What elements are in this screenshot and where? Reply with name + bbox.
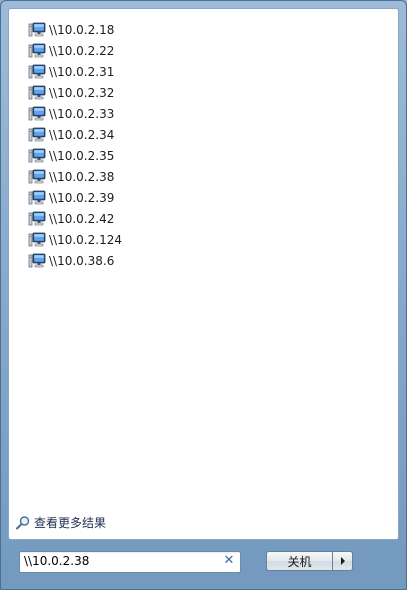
result-item[interactable]: \\10.0.2.31 <box>28 61 122 82</box>
see-more-results-link[interactable]: 查看更多结果 <box>15 514 106 531</box>
search-box[interactable]: ✕ <box>19 551 241 573</box>
search-input[interactable] <box>24 553 214 569</box>
result-label: \\10.0.2.34 <box>49 127 115 142</box>
result-item[interactable]: \\10.0.2.33 <box>28 103 122 124</box>
network-computer-icon <box>28 127 46 143</box>
result-label: \\10.0.2.35 <box>49 148 115 163</box>
network-computer-icon <box>28 85 46 101</box>
network-computer-icon <box>28 190 46 206</box>
result-item[interactable]: \\10.0.2.39 <box>28 187 122 208</box>
result-item[interactable]: \\10.0.38.6 <box>28 250 122 271</box>
result-item[interactable]: \\10.0.2.34 <box>28 124 122 145</box>
network-computer-icon <box>28 169 46 185</box>
result-label: \\10.0.2.124 <box>49 232 122 247</box>
result-label: \\10.0.2.31 <box>49 64 115 79</box>
result-item[interactable]: \\10.0.2.35 <box>28 145 122 166</box>
results-list: \\10.0.2.18 \\10.0.2.22 \\10.0.2.31 \\10.0.… <box>28 19 122 271</box>
shutdown-options-button[interactable] <box>333 551 353 571</box>
network-computer-icon <box>28 64 46 80</box>
shutdown-button[interactable]: 关机 <box>266 551 333 571</box>
network-computer-icon <box>28 253 46 269</box>
result-label: \\10.0.2.42 <box>49 211 115 226</box>
network-computer-icon <box>28 232 46 248</box>
result-label: \\10.0.2.39 <box>49 190 115 205</box>
result-label: \\10.0.2.18 <box>49 22 115 37</box>
network-computer-icon <box>28 106 46 122</box>
see-more-results-label: 查看更多结果 <box>34 516 107 530</box>
result-item[interactable]: \\10.0.2.32 <box>28 82 122 103</box>
network-computer-icon <box>28 211 46 227</box>
result-item[interactable]: \\10.0.2.124 <box>28 229 122 250</box>
network-computer-icon <box>28 43 46 59</box>
result-label: \\10.0.2.38 <box>49 169 115 184</box>
result-item[interactable]: \\10.0.2.18 <box>28 19 122 40</box>
shutdown-button-group: 关机 <box>266 551 353 571</box>
result-item[interactable]: \\10.0.2.22 <box>28 40 122 61</box>
triangle-right-icon <box>340 557 345 565</box>
result-item[interactable]: \\10.0.2.42 <box>28 208 122 229</box>
result-label: \\10.0.38.6 <box>49 253 115 268</box>
result-item[interactable]: \\10.0.2.38 <box>28 166 122 187</box>
network-computer-icon <box>28 22 46 38</box>
magnifier-icon <box>15 515 31 531</box>
search-results-panel: \\10.0.2.18 \\10.0.2.22 \\10.0.2.31 \\10.0.… <box>8 8 399 540</box>
close-icon[interactable]: ✕ <box>222 554 236 568</box>
result-label: \\10.0.2.32 <box>49 85 115 100</box>
result-label: \\10.0.2.22 <box>49 43 115 58</box>
result-label: \\10.0.2.33 <box>49 106 115 121</box>
network-computer-icon <box>28 148 46 164</box>
